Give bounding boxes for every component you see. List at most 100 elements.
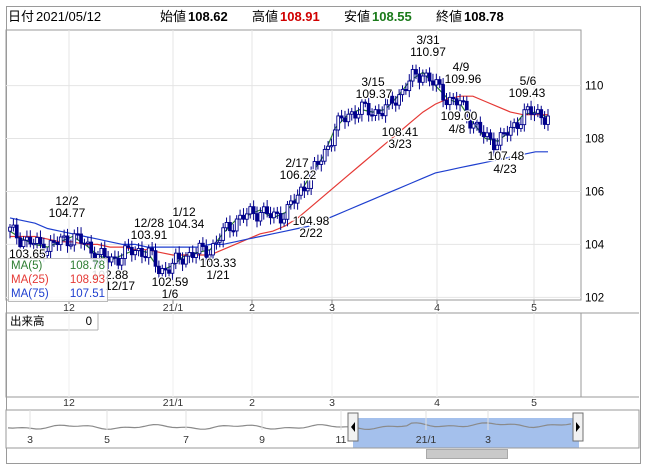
candle-body bbox=[8, 226, 12, 232]
legend-ma75-label: MA(75) bbox=[11, 288, 49, 300]
candle-body bbox=[326, 145, 330, 150]
candle-body bbox=[187, 252, 192, 257]
annotation-label: 3/23 bbox=[388, 137, 412, 151]
candle-body bbox=[282, 218, 286, 224]
candle-body bbox=[58, 236, 63, 246]
navigator-selection[interactable] bbox=[353, 418, 579, 448]
candle-body bbox=[224, 221, 229, 229]
candle-body bbox=[177, 252, 182, 260]
y-tick-label: 104 bbox=[585, 239, 605, 251]
candle-body bbox=[275, 211, 280, 214]
candle-body bbox=[451, 96, 456, 100]
annotation-label: 109.96 bbox=[445, 72, 482, 86]
annotation-label: 109.00 bbox=[441, 109, 478, 123]
candle-body bbox=[505, 132, 510, 136]
candle-body bbox=[424, 72, 429, 77]
candle-body bbox=[383, 104, 388, 117]
candle-body bbox=[431, 80, 435, 86]
candle-body bbox=[366, 103, 371, 116]
candle-body bbox=[278, 213, 283, 224]
candle-body bbox=[69, 244, 73, 247]
candle-body bbox=[339, 115, 344, 119]
candle-body bbox=[102, 247, 107, 258]
candle-body bbox=[529, 106, 533, 115]
candle-body bbox=[265, 206, 270, 215]
candle-body bbox=[146, 247, 151, 259]
candle-body bbox=[299, 186, 303, 196]
candle-body bbox=[255, 213, 259, 222]
candle-body bbox=[167, 269, 171, 274]
candle-body bbox=[140, 247, 144, 257]
candle-body bbox=[546, 115, 550, 125]
candle-body bbox=[113, 256, 117, 259]
candle-body bbox=[417, 73, 422, 83]
candle-body bbox=[288, 200, 293, 206]
candle-body bbox=[180, 258, 185, 265]
candle-body bbox=[478, 121, 483, 133]
candle-body bbox=[62, 235, 66, 238]
x-tick-label: 4 bbox=[434, 302, 440, 314]
annotation-label: 1/6 bbox=[162, 287, 179, 301]
candle-body bbox=[502, 132, 506, 135]
candle-body bbox=[194, 253, 198, 258]
candle-body bbox=[14, 224, 19, 239]
candle-body bbox=[35, 236, 39, 244]
annotation-label: 103.91 bbox=[131, 228, 168, 242]
candle-body bbox=[261, 206, 266, 213]
candle-body bbox=[173, 252, 178, 264]
annotation-label: 4/8 bbox=[449, 122, 466, 136]
x-tick-label-lower: 3 bbox=[329, 397, 335, 409]
candle-body bbox=[211, 243, 215, 256]
legend-ma5-label: MA(5) bbox=[11, 260, 43, 272]
candle-body bbox=[370, 114, 374, 117]
candle-body bbox=[542, 117, 547, 125]
annotation-label: 12/17 bbox=[105, 279, 135, 293]
candle-body bbox=[163, 268, 168, 271]
annotation-label: 4/23 bbox=[493, 162, 517, 176]
candle-body bbox=[201, 242, 205, 247]
navigator-tick-label: 5 bbox=[104, 434, 110, 446]
candle-body bbox=[18, 237, 23, 248]
candle-body bbox=[380, 113, 385, 117]
candle-body bbox=[217, 239, 222, 243]
x-tick-label-lower: 4 bbox=[434, 397, 440, 409]
candle-body bbox=[434, 79, 439, 86]
candle-body bbox=[126, 245, 131, 248]
candle-body bbox=[410, 69, 415, 82]
legend-ma25-value: 108.93 bbox=[69, 274, 105, 286]
annotation-label: 2/22 bbox=[299, 226, 323, 240]
price-chart: 103.6512/2104.77102.8812/1712/28103.911/… bbox=[5, 29, 640, 449]
legend-ma75-value: 107.51 bbox=[69, 288, 105, 300]
candle-body bbox=[214, 241, 219, 245]
candle-body bbox=[519, 124, 523, 129]
candle-body bbox=[197, 242, 202, 255]
x-tick-label: 5 bbox=[531, 302, 537, 314]
candle-body bbox=[508, 126, 513, 136]
candle-body bbox=[85, 241, 90, 244]
annotation-label: 109.37 bbox=[356, 87, 393, 101]
annotation-label: 109.43 bbox=[509, 86, 546, 100]
candle-body bbox=[234, 218, 239, 232]
candle-body bbox=[231, 230, 236, 233]
candle-body bbox=[532, 112, 537, 115]
candle-body bbox=[332, 129, 337, 147]
legend-ma25-label: MA(25) bbox=[11, 274, 49, 286]
annotation-label: 1/21 bbox=[206, 268, 230, 282]
annotation-label: 106.22 bbox=[280, 168, 317, 182]
candle-body bbox=[153, 250, 158, 267]
legend-ma75: MA(75) 107.51 bbox=[9, 287, 107, 301]
candle-body bbox=[295, 194, 300, 204]
candle-body bbox=[55, 241, 60, 246]
candle-body bbox=[136, 247, 141, 251]
candle-body bbox=[45, 250, 50, 256]
candle-body bbox=[25, 236, 29, 241]
candle-body bbox=[488, 132, 493, 140]
candle-body bbox=[498, 132, 503, 146]
x-tick-label-lower: 5 bbox=[531, 397, 537, 409]
volume-label: 出来高 bbox=[10, 316, 45, 328]
candle-body bbox=[393, 102, 398, 106]
scrollbar-thumb[interactable] bbox=[426, 449, 508, 459]
candle-body bbox=[241, 214, 246, 220]
candle-body bbox=[319, 160, 324, 165]
annotation-label: 110.97 bbox=[410, 45, 446, 59]
